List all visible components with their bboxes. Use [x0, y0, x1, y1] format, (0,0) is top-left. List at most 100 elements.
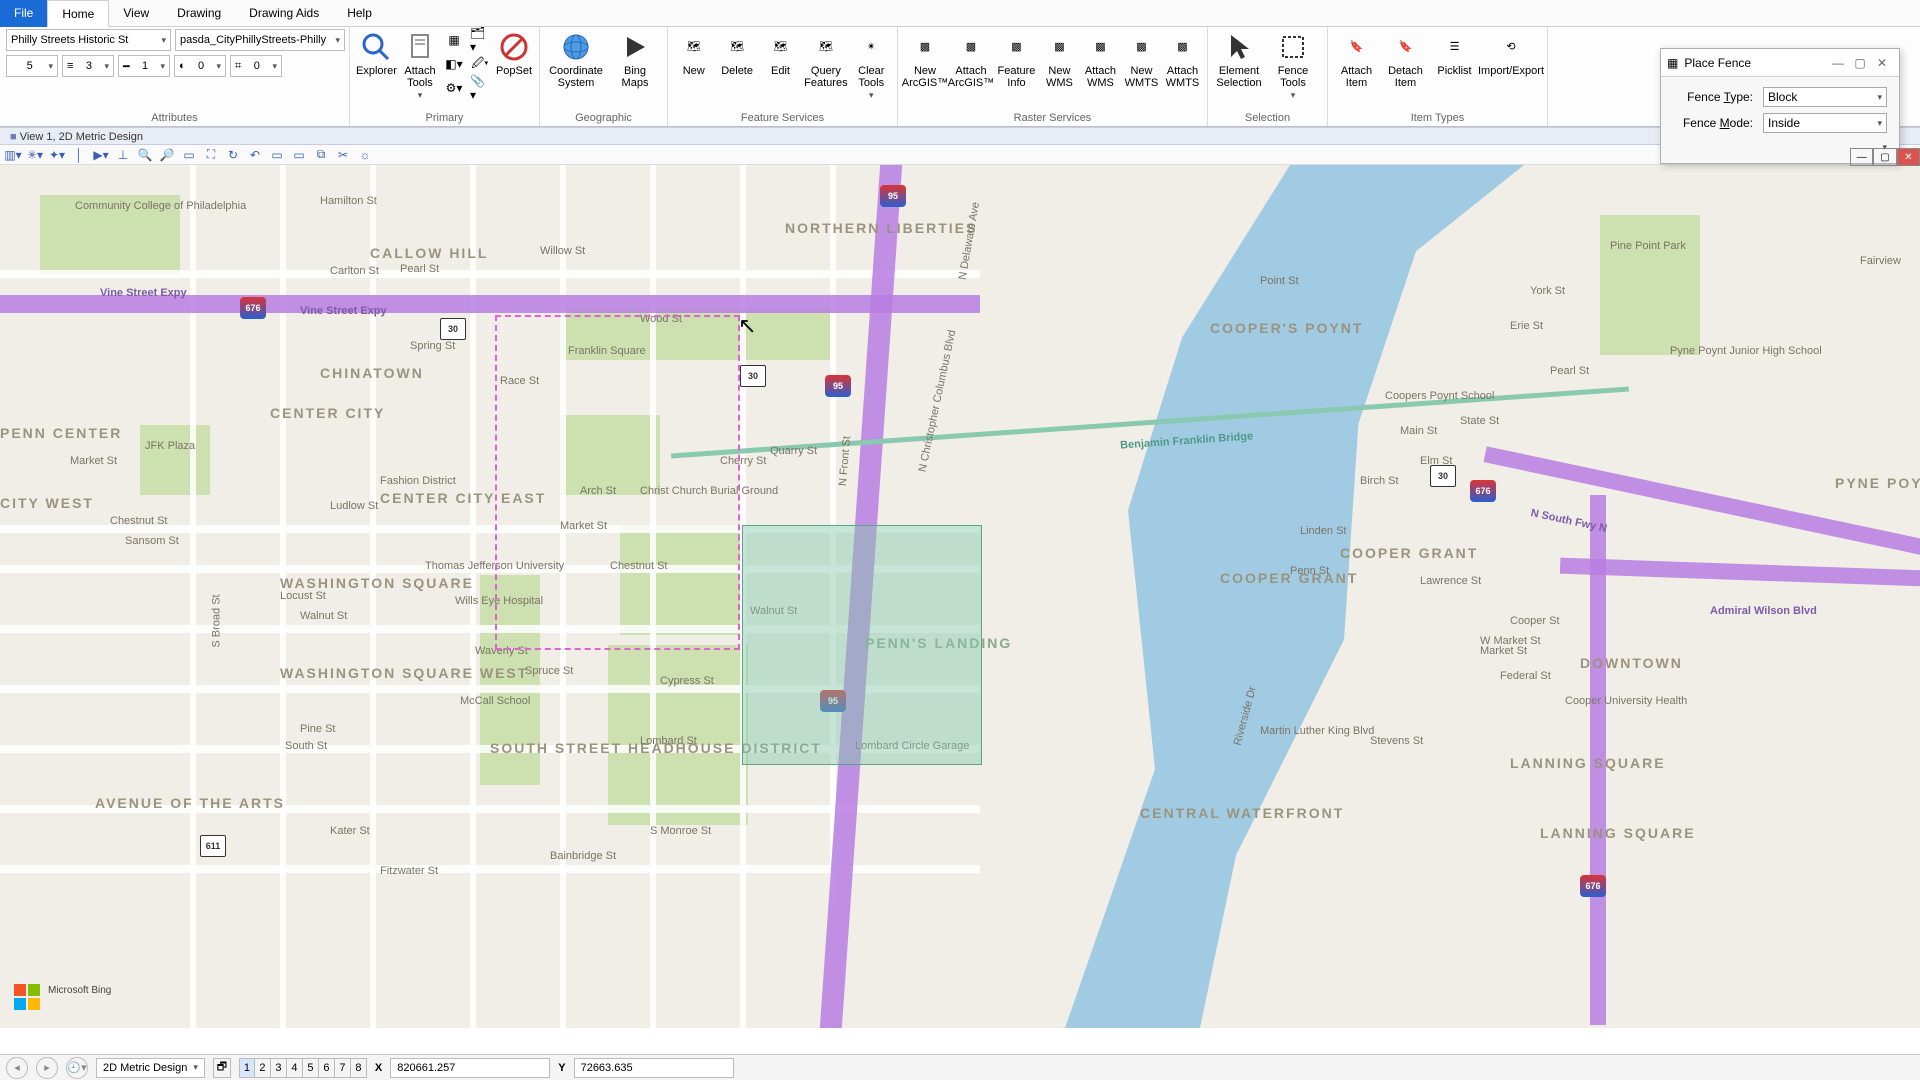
fs-clear-button[interactable]: ✴Clear Tools▾	[852, 29, 891, 101]
poi-label: Coopers Poynt School	[1385, 390, 1465, 402]
menu-help[interactable]: Help	[333, 0, 386, 27]
rs-newwms-button[interactable]: ▩New WMS	[1041, 29, 1078, 89]
magnifier-icon	[360, 31, 392, 63]
rs-newarc-button[interactable]: ▩New ArcGIS™	[904, 29, 946, 89]
fs-delete-button[interactable]: 🗺Delete	[717, 29, 756, 77]
rs-info-button[interactable]: ▩Feature Info	[996, 29, 1037, 89]
model-combo-status[interactable]: 2D Metric Design▾	[96, 1058, 205, 1078]
picklist-button[interactable]: ☰Picklist	[1432, 29, 1477, 77]
fence-type-select[interactable]: Block▾	[1763, 87, 1887, 107]
rs-attwms-button[interactable]: ▩Attach WMS	[1082, 29, 1119, 89]
linestyle-combo[interactable]: ━1▾	[118, 55, 170, 77]
x-coord-input[interactable]: 820661.257	[390, 1058, 550, 1078]
y-coord-input[interactable]: 72663.635	[574, 1058, 734, 1078]
vt-zoom-button[interactable]: ✳▾	[26, 146, 44, 164]
attach-tools-button[interactable]: Attach Tools▾	[401, 29, 439, 101]
ref-dropdown-button[interactable]: ◧▾	[443, 53, 465, 75]
close-button[interactable]: ✕	[1871, 53, 1893, 73]
fs-query-button[interactable]: 🗺Query Features	[804, 29, 847, 89]
view-tab-5[interactable]: 5	[303, 1058, 319, 1078]
views-button[interactable]: 🗗	[213, 1058, 231, 1078]
popset-button[interactable]: PopSet	[495, 29, 533, 77]
street-label: Lawrence St	[1420, 575, 1481, 587]
view-tab-7[interactable]: 7	[335, 1058, 351, 1078]
tool2-button[interactable]: 🖉▾	[469, 53, 491, 75]
raster-icon: ▩	[1084, 31, 1116, 63]
vt-rect2-button[interactable]: ▭	[290, 146, 308, 164]
priority-combo[interactable]: ◐0▾	[174, 55, 226, 77]
vt-copy-button[interactable]: ⧉	[312, 146, 330, 164]
vt-zoomin-button[interactable]: 🔍	[136, 146, 154, 164]
maximize-button[interactable]: ▢	[1849, 53, 1871, 73]
detach-item-button[interactable]: 🔖Detach Item	[1383, 29, 1428, 89]
tool3-button[interactable]: 📎▾	[469, 77, 491, 99]
vt-clip-button[interactable]: ✂	[334, 146, 352, 164]
vt-play-button[interactable]: ▶▾	[92, 146, 110, 164]
template-combo[interactable]: ⌗0▾	[230, 55, 282, 77]
street-label: Carlton St	[330, 265, 379, 277]
lineweight-combo[interactable]: ≡3▾	[62, 55, 114, 77]
close-button[interactable]: ✕	[1897, 148, 1920, 166]
poi-label: Community College of Philadelphia	[75, 200, 195, 212]
menu-home[interactable]: Home	[47, 0, 109, 27]
ref-settings-button[interactable]: ⚙▾	[443, 77, 465, 99]
min-button[interactable]: —	[1850, 148, 1873, 166]
shield-i676: 676	[240, 297, 266, 319]
vt-ref-button[interactable]: ☼	[356, 146, 374, 164]
view-tab-8[interactable]: 8	[351, 1058, 367, 1078]
import-export-button[interactable]: ⟲Import/Export	[1481, 29, 1541, 77]
fence-tools-button[interactable]: Fence Tools▾	[1268, 29, 1318, 101]
view-tab-3[interactable]: 3	[271, 1058, 287, 1078]
history-button[interactable]: 🕘▾	[66, 1057, 88, 1079]
bing-maps-button[interactable]: Bing Maps	[610, 29, 660, 89]
view-tab-6[interactable]: 6	[319, 1058, 335, 1078]
nav-fwd-button[interactable]: ▸	[36, 1057, 58, 1079]
group-selection: Selection	[1214, 110, 1321, 124]
street-label: Spruce St	[525, 665, 573, 677]
attach-item-button[interactable]: 🔖Attach Item	[1334, 29, 1379, 89]
fs-edit-button[interactable]: 🗺Edit	[761, 29, 800, 77]
menu-drawing[interactable]: Drawing	[163, 0, 235, 27]
view-tab-1[interactable]: 1	[239, 1058, 255, 1078]
vt-view-button[interactable]: ▥▾	[4, 146, 22, 164]
view-tab-4[interactable]: 4	[287, 1058, 303, 1078]
rs-attwmts-button[interactable]: ▩Attach WMTS	[1164, 29, 1201, 89]
menu-view[interactable]: View	[109, 0, 163, 27]
rs-newwmts-button[interactable]: ▩New WMTS	[1123, 29, 1160, 89]
street-label: Cypress St	[660, 675, 714, 687]
vt-snap-button[interactable]: ✦▾	[48, 146, 66, 164]
vt-perp-button[interactable]: ⊥	[114, 146, 132, 164]
minimize-button[interactable]: —	[1827, 53, 1849, 73]
vt-fit-button[interactable]: ⛶	[202, 146, 220, 164]
place-fence-dialog[interactable]: ▦ Place Fence — ▢ ✕ Fence Type: Block▾ F…	[1660, 48, 1900, 164]
street-label: Market St	[70, 455, 117, 467]
level-combo[interactable]: Philly Streets Historic St▾	[6, 29, 171, 51]
vt-zoomout-button[interactable]: 🔎	[158, 146, 176, 164]
vt-undo-button[interactable]: ↶	[246, 146, 264, 164]
element-selection-button[interactable]: Element Selection	[1214, 29, 1264, 89]
view-tab-2[interactable]: 2	[255, 1058, 271, 1078]
area-label: CALLOW HILL	[370, 245, 488, 261]
area-label: CENTER CITY	[270, 405, 385, 421]
street-label: Bainbridge St	[550, 850, 616, 862]
menu-drawing-aids[interactable]: Drawing Aids	[235, 0, 333, 27]
raster-icon: ▩	[1125, 31, 1157, 63]
menu-file[interactable]: File	[0, 0, 47, 27]
nav-back-button[interactable]: ◂	[6, 1057, 28, 1079]
vt-window-button[interactable]: ▭	[180, 146, 198, 164]
y-value: 72663.635	[581, 1062, 633, 1074]
vt-rect1-button[interactable]: ▭	[268, 146, 286, 164]
vt-rotate-button[interactable]: ↻	[224, 146, 242, 164]
max-button[interactable]: ▢	[1873, 148, 1896, 166]
fence-mode-select[interactable]: Inside▾	[1763, 113, 1887, 133]
ref-grid-button[interactable]: ▦	[443, 29, 465, 51]
explorer-button[interactable]: Explorer	[356, 29, 397, 77]
fs-new-button[interactable]: 🗺New	[674, 29, 713, 77]
color-combo[interactable]: 5▾	[6, 55, 58, 77]
map-view[interactable]: Delaware River 95 95 95 676 676 676 30 3…	[0, 165, 1920, 1028]
view-toolbar: ▥▾ ✳▾ ✦▾ │ ▶▾ ⊥ 🔍 🔎 ▭ ⛶ ↻ ↶ ▭ ▭ ⧉ ✂ ☼	[0, 145, 1920, 165]
rs-attacharc-button[interactable]: ▩Attach ArcGIS™	[950, 29, 992, 89]
coord-system-button[interactable]: Coordinate System	[546, 29, 606, 89]
tool1-button[interactable]: 🗂▾	[469, 29, 491, 51]
model-combo[interactable]: pasda_CityPhillyStreets-Philly▾	[175, 29, 345, 51]
